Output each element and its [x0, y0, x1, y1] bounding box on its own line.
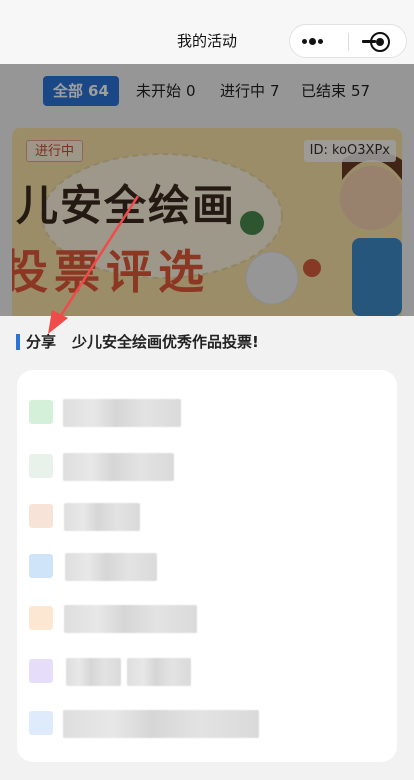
share-option-label-redacted [63, 453, 174, 481]
share-option-label-redacted [66, 658, 121, 686]
share-option-icon [29, 711, 53, 735]
mini-program-capsule [289, 24, 407, 58]
filter-tabs: 全部 64 未开始 0 进行中 7 已结束 57 [0, 64, 414, 116]
share-option-icon [29, 554, 53, 578]
close-icon[interactable] [370, 32, 390, 52]
tab-ended[interactable]: 已结束 57 [301, 76, 370, 106]
share-option-icon [29, 606, 53, 630]
more-icon[interactable] [302, 33, 328, 49]
share-option-icon [29, 454, 53, 478]
share-label: 分享 [26, 333, 57, 351]
share-options-card [17, 370, 397, 762]
share-option-icon [29, 659, 53, 683]
title-accent-bar [16, 334, 20, 350]
capsule-divider [348, 33, 349, 51]
tab-all[interactable]: 全部 64 [43, 76, 119, 106]
nav-bar: 我的活动 [0, 0, 414, 64]
share-option-label-redacted [64, 503, 140, 531]
activity-banner[interactable]: 儿安全绘画 投票评选 进行中 ID: koO3XPx [12, 128, 402, 316]
share-option-icon [29, 400, 53, 424]
activity-id-badge: ID: koO3XPx [303, 140, 396, 162]
share-option-label-redacted [63, 710, 259, 738]
activity-title: 少儿安全绘画优秀作品投票! [72, 333, 259, 351]
share-option-label-redacted [65, 553, 157, 581]
banner-headline-line2: 投票评选 [12, 245, 210, 299]
share-option-label-redacted [127, 658, 191, 686]
banner-headline-line1: 儿安全绘画 [16, 181, 237, 230]
tab-not-started[interactable]: 未开始 0 [136, 76, 196, 106]
status-badge: 进行中 [26, 140, 84, 162]
tab-in-progress[interactable]: 进行中 7 [220, 76, 280, 106]
share-option-label-redacted [63, 399, 181, 427]
share-option-icon [29, 504, 53, 528]
share-option-label-redacted [64, 605, 197, 633]
